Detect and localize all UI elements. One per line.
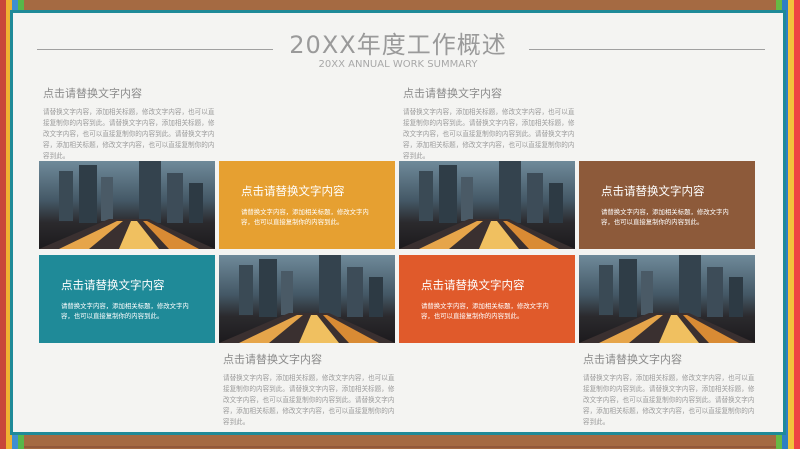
text-block-body: 请替换文字内容，添加相关标题，修改文字内容，也可以直接复制你的内容到此。请替换文… xyxy=(43,108,215,160)
tile-body: 请替换文字内容，添加相关标题，修改文字内容，也可以直接复制你的内容到此。 xyxy=(241,208,369,226)
tile-body: 请替换文字内容，添加相关标题，修改文字内容，也可以直接复制你的内容到此。 xyxy=(601,208,729,226)
tile-body: 请替换文字内容，添加相关标题，修改文字内容，也可以直接复制你的内容到此。 xyxy=(421,302,549,320)
tile-title: 点击请替换文字内容 xyxy=(601,184,705,198)
text-block-body: 请替换文字内容，添加相关标题，修改文字内容，也可以直接复制你的内容到此。请替换文… xyxy=(223,374,395,426)
city-photo xyxy=(219,255,395,343)
city-photo xyxy=(579,255,755,343)
city-photo xyxy=(39,161,215,249)
info-tile-brown[interactable]: 点击请替换文字内容 请替换文字内容，添加相关标题，修改文字内容，也可以直接复制你… xyxy=(579,161,755,249)
slide: 20XX年度工作概述 20XX ANNUAL WORK SUMMARY 点击请替… xyxy=(10,10,786,435)
tile-title: 点击请替换文字内容 xyxy=(241,184,345,198)
info-tile-yellow[interactable]: 点击请替换文字内容 请替换文字内容，添加相关标题，修改文字内容，也可以直接复制你… xyxy=(219,161,395,249)
text-block-body: 请替换文字内容，添加相关标题，修改文字内容，也可以直接复制你的内容到此。请替换文… xyxy=(403,108,575,160)
info-tile-teal[interactable]: 点击请替换文字内容 请替换文字内容，添加相关标题，修改文字内容，也可以直接复制你… xyxy=(39,255,215,343)
text-block-bottom-left[interactable]: 点击请替换文字内容 请替换文字内容，添加相关标题，修改文字内容，也可以直接复制你… xyxy=(223,351,395,428)
city-photo xyxy=(399,161,575,249)
tile-body: 请替换文字内容，添加相关标题，修改文字内容，也可以直接复制你的内容到此。 xyxy=(61,302,189,320)
slide-subtitle[interactable]: 20XX ANNUAL WORK SUMMARY xyxy=(13,59,783,70)
text-block-bottom-right[interactable]: 点击请替换文字内容 请替换文字内容，添加相关标题，修改文字内容，也可以直接复制你… xyxy=(583,351,755,428)
tile-title: 点击请替换文字内容 xyxy=(421,278,525,292)
info-tile-orange[interactable]: 点击请替换文字内容 请替换文字内容，添加相关标题，修改文字内容，也可以直接复制你… xyxy=(399,255,575,343)
tile-title: 点击请替换文字内容 xyxy=(61,278,165,292)
text-block-top-left[interactable]: 点击请替换文字内容 请替换文字内容，添加相关标题，修改文字内容，也可以直接复制你… xyxy=(43,85,215,162)
slide-title[interactable]: 20XX年度工作概述 xyxy=(13,25,783,60)
text-block-title: 点击请替换文字内容 xyxy=(43,87,142,100)
text-block-body: 请替换文字内容，添加相关标题，修改文字内容，也可以直接复制你的内容到此。请替换文… xyxy=(583,374,755,426)
text-block-title: 点击请替换文字内容 xyxy=(223,353,322,366)
text-block-top-right[interactable]: 点击请替换文字内容 请替换文字内容，添加相关标题，修改文字内容，也可以直接复制你… xyxy=(403,85,575,162)
text-block-title: 点击请替换文字内容 xyxy=(403,87,502,100)
text-block-title: 点击请替换文字内容 xyxy=(583,353,682,366)
